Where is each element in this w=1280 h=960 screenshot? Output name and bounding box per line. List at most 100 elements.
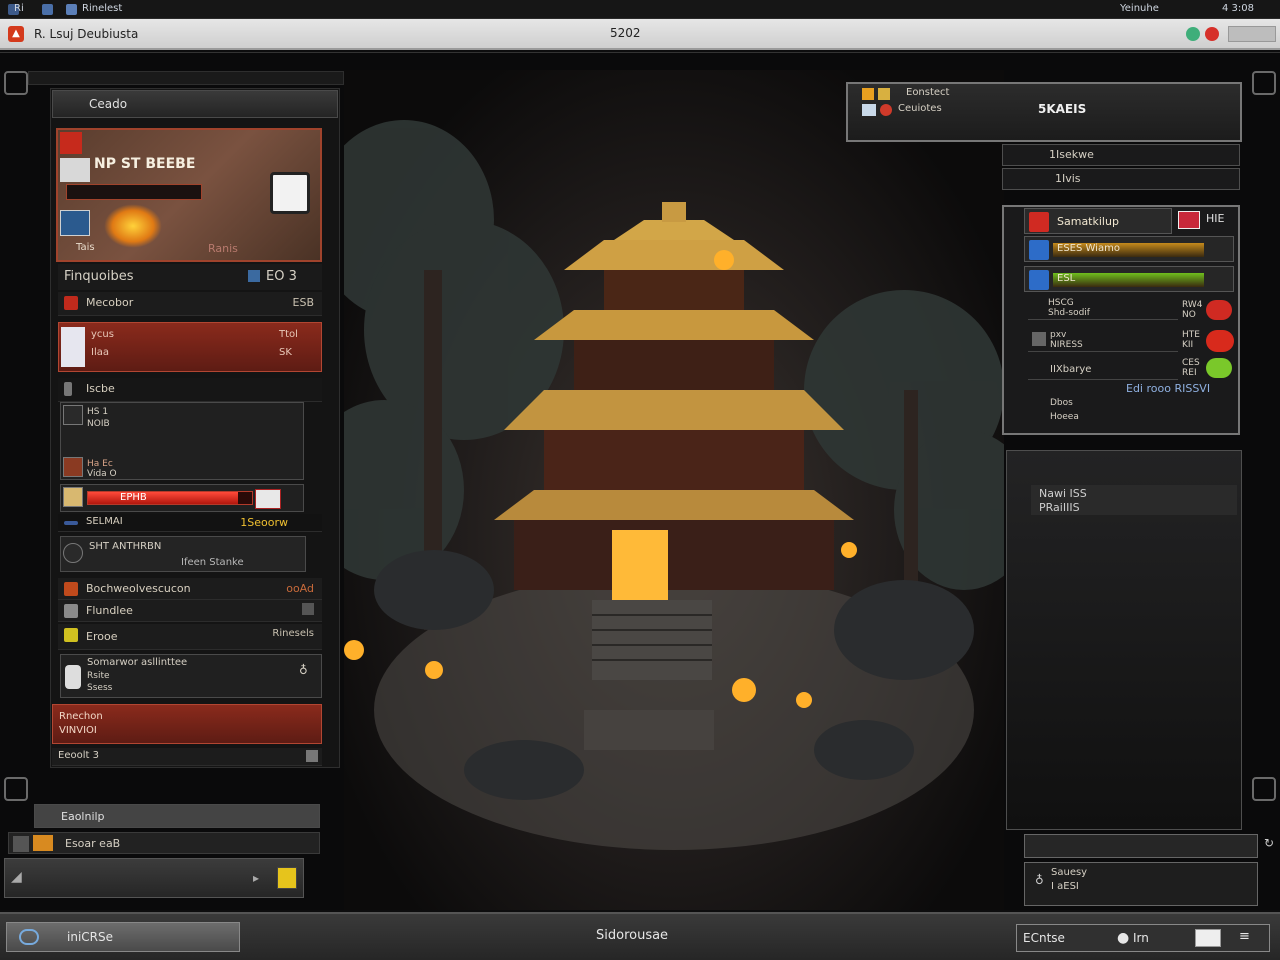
scroll-icon: ♁ [1035, 873, 1044, 887]
chat-input[interactable]: ◢ ▸ [4, 858, 304, 898]
bottom-left-button[interactable]: iniCRSe [6, 922, 240, 952]
stat-icon [64, 521, 78, 525]
entry-line: Vida O [87, 469, 117, 479]
stat-row[interactable]: Mecobor ESB [58, 292, 322, 316]
party-badge: HIE [1206, 212, 1225, 225]
bottom-right-label[interactable]: ECntse [1023, 931, 1065, 945]
game-scene[interactable] [344, 70, 1004, 910]
shield-icon [19, 929, 39, 945]
stamina-orb-icon [1206, 358, 1232, 378]
party-entry-value: RW4 [1182, 300, 1203, 310]
character-portrait[interactable]: NP ST BEEBE Tais Ranis [56, 128, 322, 262]
chest-icon[interactable] [63, 457, 83, 477]
party-member-bar[interactable]: ESL [1024, 266, 1234, 292]
window-icon[interactable] [42, 4, 53, 15]
corner-icon[interactable] [306, 750, 318, 762]
frame-corner-ornament [1252, 71, 1276, 95]
effect-card-icon [61, 327, 85, 367]
active-effect-box[interactable]: ycus Ilaa Ttol SK [58, 322, 322, 372]
party-footer: Hoeea [1050, 412, 1079, 422]
settings-icon [13, 836, 29, 852]
party-entry[interactable]: HSCG Shd-sodif [1028, 298, 1178, 320]
minimize-icon[interactable] [1186, 27, 1200, 41]
expand-icon[interactable] [302, 603, 314, 615]
refresh-icon[interactable]: ↻ [1264, 836, 1278, 854]
event-box[interactable]: SHT ANTHRBN Ifeen Stanke [60, 536, 306, 572]
badge-icon[interactable] [1178, 211, 1200, 229]
party-entry[interactable]: IIXbarye [1028, 358, 1178, 380]
sword-icon [64, 296, 78, 310]
left-panel-header: Ceado [52, 90, 338, 118]
party-entry[interactable]: pxv NIRESS [1028, 328, 1178, 352]
menu-icon [64, 582, 78, 596]
stat-row: SELMAI 1Seoorw [58, 514, 322, 532]
app-tab-icon[interactable] [66, 4, 77, 15]
close-icon[interactable] [1205, 27, 1219, 41]
right-bottom-box[interactable]: ♁ Sauesy I aESI [1024, 862, 1258, 906]
right-info-row[interactable]: 1Ivis [1002, 168, 1240, 190]
list-header: Iscbe [58, 378, 322, 402]
character-badge-icon [60, 132, 82, 154]
party-header: Samatkilup [1024, 208, 1172, 234]
health-bar-row: EPHB [60, 484, 304, 512]
section-header: Finquoibes EO 3 [58, 264, 322, 290]
member-bar-fill [1053, 273, 1204, 287]
clock-icon: ● [1117, 930, 1130, 946]
temple-scene-art [344, 120, 1004, 850]
right-info-panel: Nawi ISS PRaiIIIS [1006, 450, 1242, 830]
frame-corner-ornament [4, 777, 28, 801]
member-icon [1032, 332, 1046, 346]
party-entry-value: CES [1182, 358, 1200, 368]
send-icon[interactable]: ▸ [253, 871, 259, 885]
right-top-panel: Eonstect Ceuiotes 5KAEIS [846, 82, 1242, 142]
party-icon [1029, 212, 1049, 232]
frame-corner-ornament [4, 71, 28, 95]
frame-corner-ornament [1252, 777, 1276, 801]
character-note: Ranis [208, 242, 238, 255]
os-right-label: Yeinuhe [1120, 3, 1159, 14]
lantern-icon [65, 665, 81, 689]
gold-icon [33, 835, 53, 851]
feather-icon [63, 487, 83, 507]
sub-header: Eaolnilp [34, 804, 320, 828]
left-top-rail [28, 71, 344, 85]
gold-bag-icon[interactable] [277, 867, 297, 889]
entry-line: Ha Ec [87, 459, 113, 469]
entry-line: HS 1 [87, 407, 109, 417]
party-entry-value: REI [1182, 368, 1197, 378]
right-info-row[interactable]: 1Isekwe [1002, 144, 1240, 166]
health-fill [88, 492, 238, 504]
sub-row[interactable]: Esoar eaB [8, 832, 320, 854]
skill-icon[interactable] [60, 210, 90, 236]
member-icon [1029, 270, 1049, 290]
character-emblem-icon [60, 158, 90, 182]
alert-box[interactable]: Rnechon VINVIOI [52, 704, 322, 744]
chest-icon [878, 88, 890, 100]
quest-marker-icon: ♁ [299, 663, 308, 677]
info-header: Nawi ISS PRaiIIIS [1031, 485, 1237, 515]
helmet-icon [63, 543, 83, 563]
health-orb-icon [1206, 330, 1234, 352]
party-entry-value: NO [1182, 310, 1196, 320]
right-bottom-bar [1024, 834, 1258, 858]
window-title: R. Lsuj Deubiusta [34, 27, 139, 41]
window-center-label: 5202 [610, 26, 641, 40]
menu-item[interactable]: Flundlee [58, 600, 322, 622]
currency-icon [248, 270, 260, 282]
quest-box[interactable]: Somarwor asllinttee Rsite Ssess ♁ [60, 654, 322, 698]
character-name: NP ST BEEBE [94, 156, 196, 172]
menu-item[interactable]: Erooe Rinesels [58, 624, 322, 650]
list-icon [64, 382, 72, 396]
party-footer: Dbos [1050, 398, 1073, 408]
entries-box: HS 1 NOIB Ha Ec Vida O [60, 402, 304, 480]
app-logo-icon: ▲ [8, 26, 24, 42]
quill-icon[interactable] [63, 405, 83, 425]
menu-icon[interactable]: ≡ [1239, 929, 1250, 944]
party-member-bar[interactable]: ESES Wiamo [1024, 236, 1234, 262]
os-app-label[interactable]: Rinelest [82, 3, 122, 14]
menu-item[interactable]: Bochweolvescucon ooAd [58, 578, 322, 600]
party-link[interactable]: Edi rooo RISSVI [1126, 382, 1210, 395]
character-status-bar [66, 184, 202, 200]
potion-icon[interactable] [255, 489, 281, 509]
card-icon[interactable] [1195, 929, 1221, 947]
